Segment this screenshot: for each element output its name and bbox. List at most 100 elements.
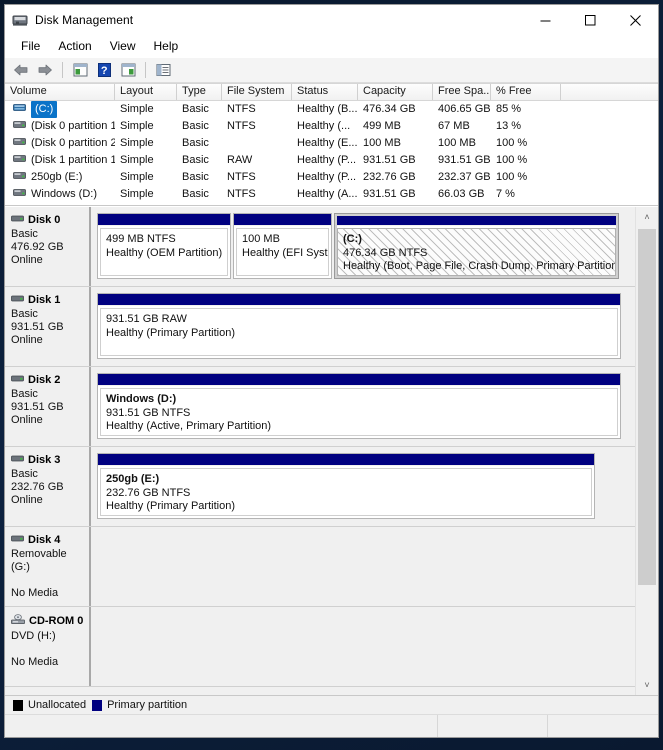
table-row[interactable]: (C:) Simple Basic NTFS Healthy (B... 476.34 G… — [5, 101, 658, 118]
cell-percent-free: 7 % — [496, 188, 515, 200]
cell-volume-label: (Disk 1 partition 1) — [31, 154, 115, 166]
help-question-icon[interactable]: ? — [93, 60, 115, 80]
partition-title: Windows (D:) — [106, 393, 177, 405]
partition-capacity-bar — [335, 214, 618, 226]
close-button[interactable] — [613, 5, 658, 35]
table-row[interactable]: (Disk 1 partition 1) Simple Basic RAW Health… — [5, 152, 658, 169]
partition-block[interactable]: 499 MB NTFS Healthy (OEM Partition) — [97, 213, 231, 279]
disk-info-panel[interactable]: Disk 2 Basic 931.51 GB Online — [5, 367, 91, 446]
partition-details: (C:) 476.34 GB NTFS Healthy (Boot, Page Fi… — [337, 228, 616, 276]
disk-row: Disk 1 Basic 931.51 GB Online 931.51 GB RAW H… — [5, 287, 635, 367]
scrollbar-thumb[interactable] — [638, 229, 656, 585]
column-header-layout[interactable]: Layout — [115, 84, 177, 100]
partition-status: Healthy (Primary Partition) — [106, 500, 235, 512]
cell-type: Basic — [182, 120, 209, 132]
show-hide-console-tree-icon[interactable] — [69, 60, 91, 80]
disk-empty-area — [91, 527, 635, 606]
partition-capacity-bar — [98, 214, 230, 226]
disk-icon — [11, 534, 24, 546]
disk-title-row: Disk 1 — [11, 294, 85, 306]
disk-line-2: 931.51 GB — [11, 321, 64, 333]
column-header-file-system[interactable]: File System — [222, 84, 292, 100]
table-row[interactable]: Windows (D:) Simple Basic NTFS Healthy (A...… — [5, 186, 658, 203]
menu-item-view[interactable]: View — [101, 37, 145, 56]
volume-list-rows: (C:) Simple Basic NTFS Healthy (B... 476.34 G… — [5, 101, 658, 203]
column-header-capacity[interactable]: Capacity — [358, 84, 433, 100]
back-arrow-icon[interactable] — [10, 60, 32, 80]
cell-free-space: 67 MB — [438, 120, 470, 132]
status-bar — [5, 714, 658, 737]
partition-block[interactable]: (C:) 476.34 GB NTFS Healthy (Boot, Page Fi… — [334, 213, 619, 279]
table-row[interactable]: 250gb (E:) Simple Basic NTFS Healthy (P... 23… — [5, 169, 658, 186]
partition-details: 499 MB NTFS Healthy (OEM Partition) — [100, 228, 228, 276]
disk-info-panel[interactable]: CD-ROM 0 DVD (H:) No Media — [5, 607, 91, 686]
disk-partitions-area: Windows (D:) 931.51 GB NTFS Healthy (Activ… — [91, 367, 635, 446]
cell-free-space: 931.51 GB — [438, 154, 491, 166]
partition-block[interactable]: 250gb (E:) 232.76 GB NTFS Healthy (Primary… — [97, 453, 595, 519]
cell-capacity: 931.51 GB — [363, 188, 416, 200]
legend-label-primary-partition: Primary partition — [107, 699, 188, 711]
partition-block[interactable]: Windows (D:) 931.51 GB NTFS Healthy (Activ… — [97, 373, 621, 439]
cell-layout: Simple — [120, 103, 154, 115]
partition-block[interactable]: 100 MBHealthy (EFI System I — [233, 213, 332, 279]
partition-capacity-bar — [234, 214, 331, 226]
disk-icon — [11, 214, 24, 226]
column-header-volume[interactable]: Volume — [5, 84, 115, 100]
cell-layout: Simple — [120, 137, 154, 149]
cell-capacity: 476.34 GB — [363, 103, 416, 115]
disk-line-1: Basic — [11, 468, 38, 480]
scroll-up-arrow-icon[interactable]: ˄ — [636, 207, 658, 227]
column-header-type[interactable]: Type — [177, 84, 222, 100]
table-row[interactable]: (Disk 0 partition 1) Simple Basic NTFS Healt… — [5, 118, 658, 135]
disk-row: CD-ROM 0 DVD (H:) No Media — [5, 607, 635, 687]
cell-volume: (Disk 0 partition 1) — [5, 118, 115, 135]
cell-volume-label: (C:) — [31, 101, 58, 118]
toolbar-separator — [62, 62, 63, 78]
menu-item-help[interactable]: Help — [145, 37, 188, 56]
disk-pane-vertical-scrollbar[interactable]: ˄ ˅ — [635, 207, 658, 695]
partition-size: 499 MB NTFS — [106, 233, 176, 245]
drive-icon — [13, 118, 26, 135]
column-header-percent-free[interactable]: % Free — [491, 84, 561, 100]
partition-block[interactable]: 931.51 GB RAW Healthy (Primary Partition) — [97, 293, 621, 359]
disk-title-row: Disk 3 — [11, 454, 85, 466]
show-hide-action-pane-icon[interactable] — [117, 60, 139, 80]
cell-capacity: 931.51 GB — [363, 154, 416, 166]
minimize-button[interactable] — [523, 5, 568, 35]
cell-free-space: 232.37 GB — [438, 171, 491, 183]
cell-percent-free: 100 % — [496, 137, 528, 149]
disk-icon — [11, 294, 24, 306]
menu-item-file[interactable]: File — [12, 37, 49, 56]
cell-type: Basic — [182, 137, 209, 149]
cell-percent-free: 100 % — [496, 154, 528, 166]
forward-arrow-icon[interactable] — [34, 60, 56, 80]
disk-scroll-area: Disk 0 Basic 476.92 GB Online 499 MB NTFS Hea… — [5, 207, 636, 695]
partition-title: 250gb (E:) — [106, 473, 160, 485]
maximize-button[interactable] — [568, 5, 613, 35]
properties-icon[interactable] — [152, 60, 174, 80]
disk-line-3: Online — [11, 414, 43, 426]
disk-info-panel[interactable]: Disk 1 Basic 931.51 GB Online — [5, 287, 91, 366]
window-controls — [523, 5, 658, 35]
menu-item-action[interactable]: Action — [49, 37, 100, 56]
toolbar: ? — [5, 58, 658, 83]
cell-volume-label: Windows (D:) — [31, 188, 98, 200]
column-header-status[interactable]: Status — [292, 84, 358, 100]
cell-file-system: NTFS — [227, 120, 256, 132]
column-header-free-space[interactable]: Free Spa... — [433, 84, 491, 100]
disk-management-window: Disk Management File Action View Help ? … — [4, 4, 659, 738]
disk-info-panel[interactable]: Disk 3 Basic 232.76 GB Online — [5, 447, 91, 526]
disk-line-1: Removable (G:) — [11, 548, 67, 573]
partition-size: 100 MB — [242, 233, 280, 245]
disk-info-panel[interactable]: Disk 4 Removable (G:) No Media — [5, 527, 91, 606]
scroll-down-arrow-icon[interactable]: ˅ — [636, 675, 658, 695]
cell-status: Healthy (P... — [297, 171, 357, 183]
cell-free-space: 66.03 GB — [438, 188, 485, 200]
partition-size: 232.76 GB NTFS — [106, 486, 191, 499]
cell-percent-free: 13 % — [496, 120, 522, 132]
table-row[interactable]: (Disk 0 partition 2) Simple Basic Healthy (… — [5, 135, 658, 152]
partition-status: Healthy (Boot, Page File, Crash Dump, Pr… — [343, 260, 616, 272]
disk-line-1: Basic — [11, 388, 38, 400]
cell-status: Healthy (... — [297, 120, 351, 132]
disk-info-panel[interactable]: Disk 0 Basic 476.92 GB Online — [5, 207, 91, 286]
